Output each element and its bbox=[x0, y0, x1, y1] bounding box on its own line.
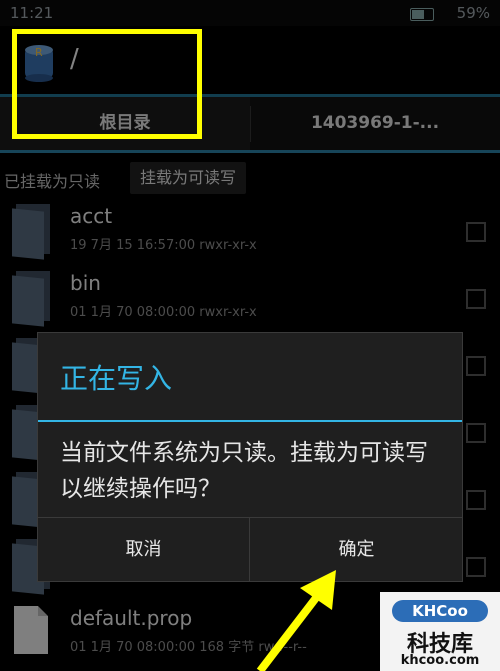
dialog-title: 正在写入 bbox=[60, 362, 173, 395]
cancel-button[interactable]: 取消 bbox=[38, 518, 249, 582]
watermark: KHCoo 科技库 khcoo.com bbox=[380, 592, 500, 671]
annotation-highlight-box bbox=[12, 29, 202, 139]
watermark-url: khcoo.com bbox=[400, 653, 480, 668]
dialog-message: 当前文件系统为只读。挂载为可读写以继续操作吗？ bbox=[60, 440, 428, 502]
write-dialog: 正在写入 当前文件系统为只读。挂载为可读写以继续操作吗？ 取消 确定 bbox=[37, 332, 463, 582]
watermark-logo: KHCoo bbox=[392, 600, 488, 622]
dialog-divider bbox=[38, 420, 462, 422]
annotation-arrow-icon bbox=[256, 570, 336, 671]
